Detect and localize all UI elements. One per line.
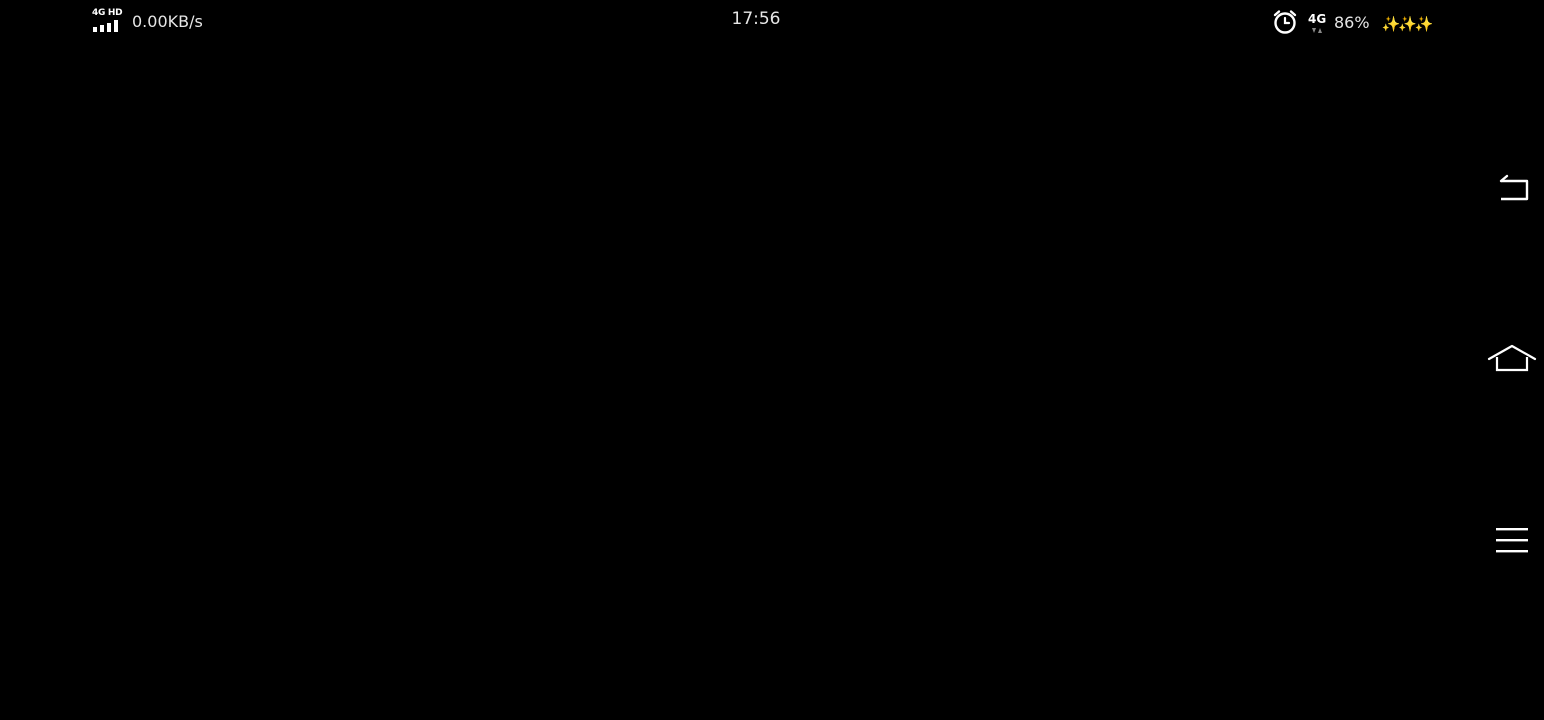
sparkles-icon: ✨✨✨ <box>1381 15 1434 33</box>
back-arrow-icon <box>1499 174 1529 201</box>
data-network-label: 4G <box>1308 12 1327 26</box>
alarm-clock-icon <box>1273 10 1297 34</box>
menu-icon <box>1496 528 1528 553</box>
app-screen: 4G HD 0.00KB/s 17:56 4G 86% ✨✨✨ <box>0 0 1544 720</box>
home-icon <box>1487 344 1537 372</box>
mobile-data-4g-icon: 4G <box>1306 10 1326 34</box>
menu-button[interactable] <box>1484 512 1540 568</box>
status-bar-right: 4G 86% ✨✨✨ <box>1272 8 1434 36</box>
data-activity-arrows-icon <box>1312 28 1322 33</box>
status-bar: 4G HD 0.00KB/s 17:56 4G 86% ✨✨✨ <box>0 0 1544 40</box>
back-button[interactable] <box>1484 162 1540 218</box>
battery-percent: 86% <box>1334 12 1370 32</box>
navigation-bar <box>1480 0 1544 720</box>
home-button[interactable] <box>1484 331 1540 387</box>
